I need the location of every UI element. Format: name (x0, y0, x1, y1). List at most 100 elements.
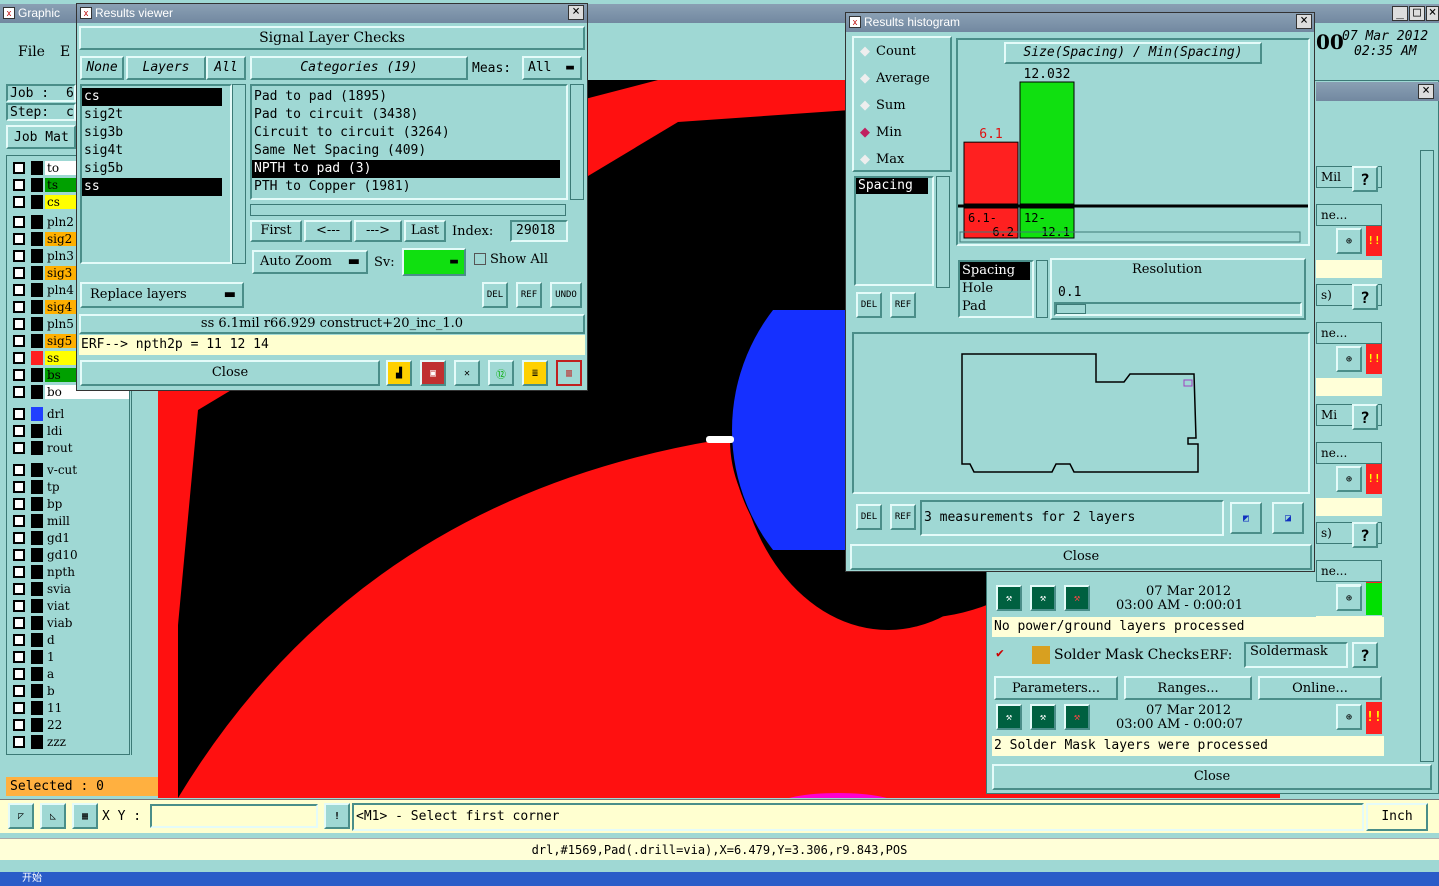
layers-all-button[interactable]: All (206, 56, 246, 80)
type-list[interactable]: Spacing Hole Pad (958, 260, 1034, 318)
layer-select-scroll[interactable] (232, 84, 246, 264)
layer-row[interactable]: mill (7, 513, 129, 529)
job-matrix-button[interactable]: Job Mat (6, 125, 76, 149)
mode-option[interactable]: ◆ Max (854, 146, 950, 173)
radio-icon[interactable]: ◆ (860, 71, 870, 86)
tool-icon-5[interactable]: ≣ (522, 360, 548, 386)
last-button[interactable]: Last (404, 220, 446, 242)
result-layer-item[interactable]: cs (82, 88, 222, 106)
measure-item[interactable]: Spacing (856, 178, 928, 194)
layer-checkbox[interactable] (13, 532, 25, 544)
category-item[interactable]: Pad to circuit (3438) (252, 106, 560, 124)
layer-row[interactable]: tp (7, 479, 129, 495)
taskbar-start[interactable]: 开始 (22, 872, 42, 886)
layer-checkbox[interactable] (13, 216, 25, 228)
first-button[interactable]: First (250, 220, 302, 242)
layer-checkbox[interactable] (13, 335, 25, 347)
zoom-icon[interactable]: ⊕ (1336, 346, 1362, 372)
ref-icon[interactable]: REF (516, 282, 542, 308)
alert-icon[interactable]: ! (324, 803, 350, 829)
result-layer-item[interactable]: sig5b (82, 160, 222, 178)
layer-row[interactable]: d (7, 632, 129, 648)
layer-checkbox[interactable] (13, 668, 25, 680)
help-icon[interactable]: ? (1352, 166, 1378, 192)
histogram-icon[interactable]: ▥ (556, 360, 582, 386)
results-viewer-close-x[interactable]: × (568, 5, 584, 20)
result-layer-item[interactable]: sig4t (82, 142, 222, 160)
show-all-checkbox[interactable] (474, 253, 486, 265)
layer-checkbox[interactable] (13, 515, 25, 527)
close-main-button[interactable]: × (1426, 6, 1439, 21)
run-icon-2[interactable]: ⚒ (1030, 585, 1056, 611)
preview-ref-icon[interactable]: REF (890, 504, 916, 530)
layer-row[interactable]: drl (7, 406, 129, 422)
help-icon[interactable]: ? (1352, 522, 1378, 548)
histogram-bar[interactable] (963, 141, 1019, 205)
preview-del-icon[interactable]: DEL (856, 504, 882, 530)
mode-option[interactable]: ◆ Sum (854, 92, 950, 119)
layer-checkbox[interactable] (13, 408, 25, 420)
tool-icon-4[interactable]: ⑫ (488, 360, 514, 386)
layer-checkbox[interactable] (13, 162, 25, 174)
layer-checkbox[interactable] (13, 179, 25, 191)
prev-button[interactable]: <--- (304, 220, 352, 242)
layer-checkbox[interactable] (13, 250, 25, 262)
help-icon[interactable]: ? (1352, 404, 1378, 430)
layer-checkbox[interactable] (13, 425, 25, 437)
layer-select-list[interactable]: cs sig2t sig3b sig4t sig5b ss (80, 84, 232, 264)
zoom-icon[interactable]: ⊕ (1336, 466, 1362, 492)
radio-icon[interactable]: ◆ (860, 98, 870, 113)
layer-checkbox[interactable] (13, 498, 25, 510)
mode-option[interactable]: ◆ Count (854, 38, 950, 65)
layer-checkbox[interactable] (13, 284, 25, 296)
layer-row[interactable]: viab (7, 615, 129, 631)
layer-row[interactable]: 1 (7, 649, 129, 665)
auto-zoom-button[interactable]: Auto Zoom ▬ (252, 250, 368, 274)
layer-checkbox[interactable] (13, 600, 25, 612)
type-item[interactable]: Hole (960, 280, 1030, 298)
parameters-button[interactable]: Parameters... (994, 676, 1118, 700)
layer-row[interactable]: a (7, 666, 129, 682)
layer-checkbox[interactable] (13, 736, 25, 748)
tool-icon-2[interactable]: ▣ (420, 360, 446, 386)
measure-scroll[interactable] (936, 176, 950, 288)
tool-icon-1[interactable]: ▟ (386, 360, 412, 386)
layer-checkbox[interactable] (13, 583, 25, 595)
next-button[interactable]: ---> (354, 220, 402, 242)
layer-checkbox[interactable] (13, 386, 25, 398)
maximize-button[interactable]: □ (1409, 6, 1425, 21)
layer-checkbox[interactable] (13, 566, 25, 578)
layer-row[interactable]: rout (7, 440, 129, 456)
layer-checkbox[interactable] (13, 634, 25, 646)
category-item[interactable]: Same Net Spacing (409) (252, 142, 560, 160)
resolution-slider[interactable] (1054, 302, 1302, 316)
meas-dropdown[interactable]: All ▬ (522, 56, 582, 80)
checklist-close-button[interactable]: Close (992, 764, 1432, 790)
grid-icon[interactable]: ▦ (72, 803, 98, 829)
hist-del-icon[interactable]: DEL (856, 292, 882, 318)
help-icon[interactable]: ? (1352, 284, 1378, 310)
run-icon-1[interactable]: ⚒ (996, 585, 1022, 611)
category-item[interactable]: PTH to Copper (1981) (252, 178, 560, 196)
layer-row[interactable]: npth (7, 564, 129, 580)
layer-checkbox[interactable] (13, 369, 25, 381)
tool-icon-3[interactable]: ✕ (454, 360, 480, 386)
layer-row[interactable]: bp (7, 496, 129, 512)
layer-checkbox[interactable] (13, 549, 25, 561)
run-icon-3[interactable]: ⚒ (1064, 585, 1090, 611)
layer-row[interactable]: 11 (7, 700, 129, 716)
mode-option[interactable]: ◆ Min (854, 119, 950, 146)
xy-input[interactable] (150, 804, 318, 828)
type-item[interactable]: Pad (960, 298, 1030, 316)
result-layer-item[interactable]: sig2t (82, 106, 222, 124)
histogram-close-x[interactable]: × (1296, 14, 1312, 29)
layer-checkbox[interactable] (13, 318, 25, 330)
layer-checkbox[interactable] (13, 301, 25, 313)
type-scroll[interactable] (1036, 260, 1048, 318)
hist-ref-icon[interactable]: REF (890, 292, 916, 318)
board-preview[interactable] (852, 332, 1310, 494)
help-icon-solder[interactable]: ? (1352, 642, 1378, 668)
layer-checkbox[interactable] (13, 651, 25, 663)
layer-row[interactable]: gd10 (7, 547, 129, 563)
zoom-icon-2[interactable]: ⊕ (1336, 704, 1362, 730)
